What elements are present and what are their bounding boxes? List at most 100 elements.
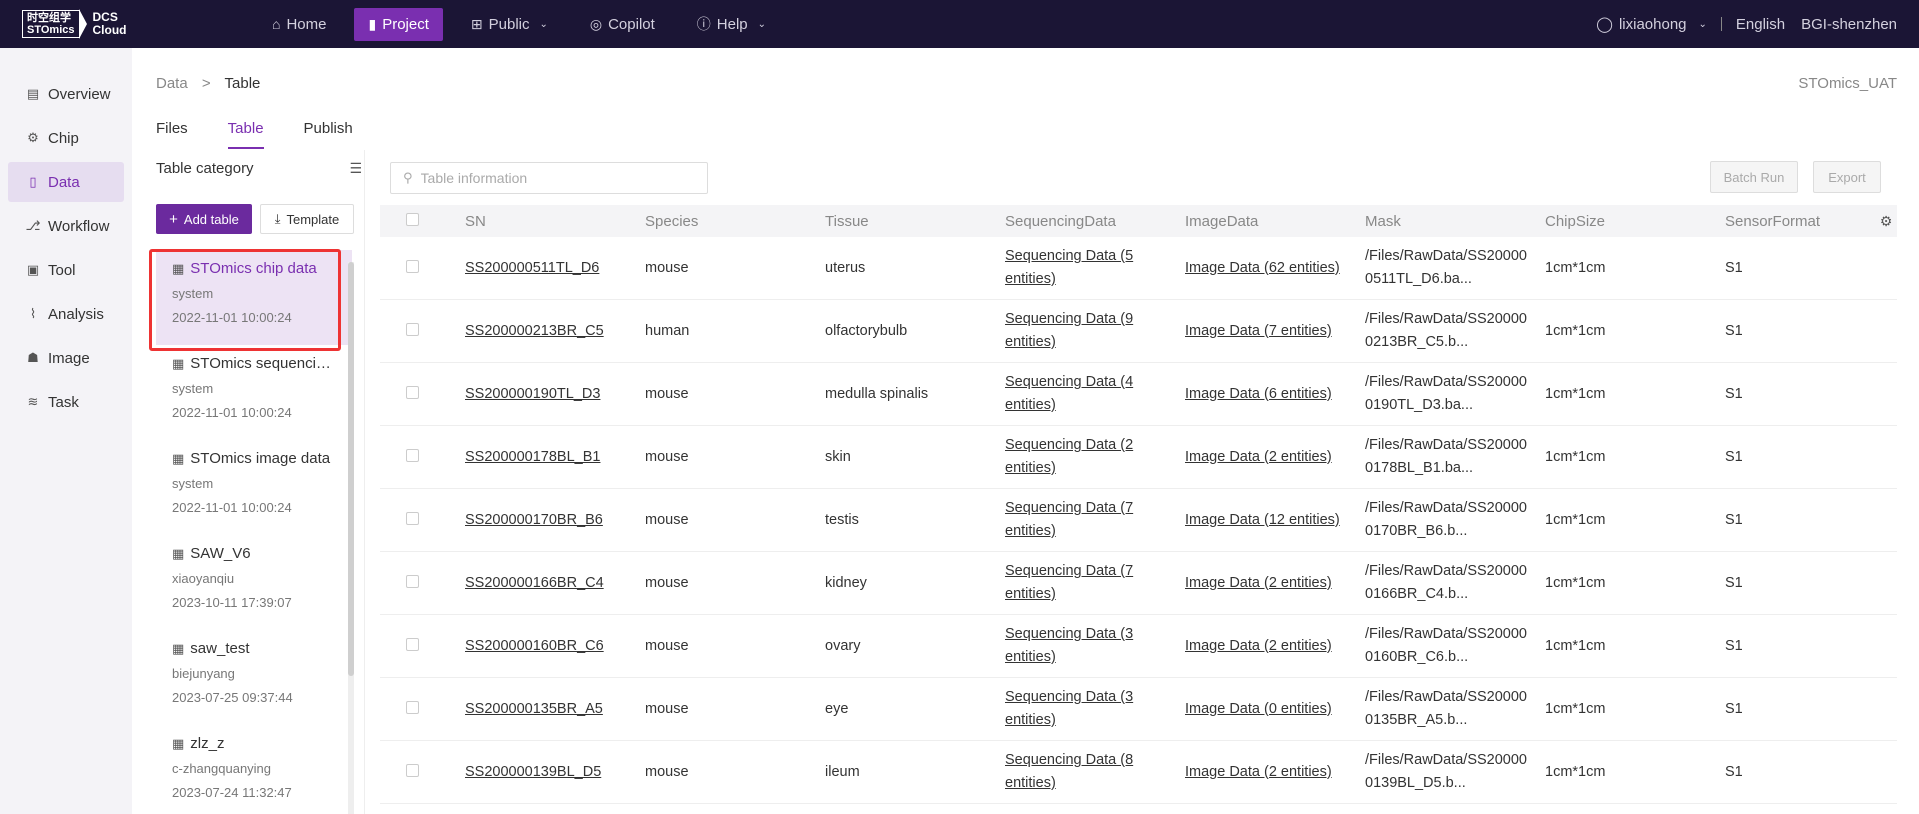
tab-publish[interactable]: Publish: [304, 120, 353, 149]
logo[interactable]: 时空组学 STOmics DCS Cloud: [22, 9, 127, 39]
row-checkbox-cell: [380, 700, 465, 718]
sequencing-data-link[interactable]: Sequencing Data (3 entities): [1005, 689, 1133, 728]
category-scrollbar[interactable]: [348, 262, 354, 814]
chipsize-cell: 1cm*1cm: [1545, 260, 1606, 276]
sn-link[interactable]: SS200000178BL_B1: [465, 449, 600, 465]
sn-link[interactable]: SS200000190TL_D3: [465, 386, 600, 402]
row-checkbox[interactable]: [406, 448, 419, 462]
workflow-icon: ⎇: [25, 218, 41, 233]
image-data-link[interactable]: Image Data (7 entities): [1185, 323, 1332, 339]
row-checkbox[interactable]: [406, 637, 419, 651]
species-cell: human: [645, 323, 690, 339]
image-data-link[interactable]: Image Data (2 entities): [1185, 449, 1332, 465]
table-icon: ▦: [172, 545, 185, 561]
template-button[interactable]: ⤓ Template: [260, 204, 354, 234]
sequencing-data-link[interactable]: Sequencing Data (9 entities): [1005, 311, 1133, 350]
sidebar-item-overview[interactable]: ▤ Overview: [8, 74, 124, 114]
tab-files[interactable]: Files: [156, 120, 188, 149]
data-table: SN Species Tissue SequencingData ImageDa…: [380, 205, 1897, 804]
sidebar-item-chip[interactable]: ⚙ Chip: [8, 118, 124, 158]
sequencing-data-link[interactable]: Sequencing Data (4 entities): [1005, 374, 1133, 413]
sequencing-data-link[interactable]: Sequencing Data (8 entities): [1005, 752, 1133, 791]
sn-link[interactable]: SS200000160BR_C6: [465, 638, 604, 654]
layers-icon: ≋: [27, 394, 39, 409]
collapse-panel-icon[interactable]: ☰: [349, 160, 362, 177]
column-header-tissue: Tissue: [825, 212, 869, 230]
image-data-link[interactable]: Image Data (2 entities): [1185, 575, 1332, 591]
image-data-link[interactable]: Image Data (12 entities): [1185, 512, 1340, 528]
sidebar-item-task[interactable]: ≋ Task: [8, 382, 124, 422]
search-input[interactable]: [420, 170, 681, 186]
logo-mark: 时空组学 STOmics: [22, 10, 80, 38]
table-row: SS200000135BR_A5 mouse eye Sequencing Da…: [380, 678, 1897, 741]
nav-copilot[interactable]: ◎ Copilot: [576, 8, 669, 41]
grid-icon: ⊞: [470, 15, 483, 32]
row-checkbox[interactable]: [406, 385, 419, 399]
category-name: saw_test: [190, 640, 250, 657]
row-checkbox[interactable]: [406, 511, 419, 525]
sn-link[interactable]: SS200000166BR_C4: [465, 575, 604, 591]
image-data-link[interactable]: Image Data (2 entities): [1185, 638, 1332, 654]
sn-link[interactable]: SS200000135BR_A5: [465, 701, 603, 717]
sequencing-data-link[interactable]: Sequencing Data (7 entities): [1005, 500, 1133, 539]
image-data-link[interactable]: Image Data (6 entities): [1185, 386, 1332, 402]
sequencing-data-link[interactable]: Sequencing Data (5 entities): [1005, 248, 1133, 287]
search-icon: ⚲: [403, 170, 413, 185]
sidebar-item-analysis[interactable]: ⌇ Analysis: [8, 294, 124, 334]
scrollbar-thumb[interactable]: [348, 262, 354, 676]
data-tabs: Files Table Publish: [156, 120, 393, 149]
column-settings-icon[interactable]: ⚙: [1875, 213, 1897, 230]
add-table-button[interactable]: + Add table: [156, 204, 252, 234]
sidebar-item-label: Task: [48, 393, 79, 411]
nav-copilot-label: Copilot: [608, 15, 655, 33]
download-icon: ⤓: [274, 211, 281, 226]
row-checkbox[interactable]: [406, 322, 419, 336]
batch-run-button[interactable]: Batch Run: [1710, 161, 1798, 193]
export-button[interactable]: Export: [1813, 161, 1881, 193]
category-item[interactable]: ▦ STOmics sequencing data system 2022-11-…: [156, 345, 352, 440]
image-data-link[interactable]: Image Data (62 entities): [1185, 260, 1340, 276]
sn-link[interactable]: SS200000139BL_D5: [465, 764, 601, 780]
sequencing-data-link[interactable]: Sequencing Data (7 entities): [1005, 563, 1133, 602]
tab-table[interactable]: Table: [227, 120, 264, 149]
sequencing-data-link[interactable]: Sequencing Data (3 entities): [1005, 626, 1133, 665]
user-menu[interactable]: lixiaohong: [1619, 16, 1687, 33]
breadcrumb-data-link[interactable]: Data: [156, 75, 188, 92]
table-search[interactable]: ⚲: [390, 162, 708, 194]
row-checkbox[interactable]: [406, 259, 419, 273]
divider: [1720, 17, 1722, 31]
category-item[interactable]: ▦ STOmics image data system 2022-11-01 10…: [156, 440, 352, 535]
category-item[interactable]: ▦ SAW_V6 xiaoyanqiu 2023-10-11 17:39:07: [156, 535, 352, 630]
sequencing-data-link[interactable]: Sequencing Data (2 entities): [1005, 437, 1133, 476]
nav-home[interactable]: ⌂ Home: [258, 8, 340, 41]
image-data-link[interactable]: Image Data (2 entities): [1185, 764, 1332, 780]
category-date: 2022-11-01 10:00:24: [172, 405, 292, 420]
select-all-checkbox[interactable]: [406, 212, 419, 226]
nav-project[interactable]: ▮ Project: [354, 7, 443, 41]
category-date: 2023-10-11 17:39:07: [172, 595, 292, 610]
sidebar-item-image[interactable]: ☗ Image: [8, 338, 124, 378]
tissue-cell: eye: [825, 701, 849, 717]
sn-link[interactable]: SS200000213BR_C5: [465, 323, 604, 339]
row-checkbox[interactable]: [406, 763, 419, 777]
column-header-mask: Mask: [1365, 212, 1401, 230]
sidebar-item-data[interactable]: ▯ Data: [8, 162, 124, 202]
row-checkbox[interactable]: [406, 700, 419, 714]
category-name: SAW_V6: [190, 545, 251, 562]
tissue-cell: ovary: [825, 638, 861, 654]
row-checkbox[interactable]: [406, 574, 419, 588]
breadcrumb-separator: >: [201, 75, 211, 92]
breadcrumb: Data > Table: [156, 75, 260, 92]
sn-link[interactable]: SS200000170BR_B6: [465, 512, 603, 528]
language-switch[interactable]: English: [1736, 16, 1785, 33]
nav-help[interactable]: ⓘ Help ⌄: [683, 8, 780, 41]
sn-link[interactable]: SS200000511TL_D6: [465, 260, 599, 276]
category-item[interactable]: ▦ zlz_z c-zhangquanying 2023-07-24 11:32:…: [156, 725, 352, 814]
category-item[interactable]: ▦ saw_test biejunyang 2023-07-25 09:37:44: [156, 630, 352, 725]
category-item[interactable]: ▦ STOmics chip data system 2022-11-01 10:…: [156, 250, 352, 345]
region-switch[interactable]: BGI-shenzhen: [1801, 16, 1897, 33]
sidebar-item-workflow[interactable]: ⎇ Workflow: [8, 206, 124, 246]
nav-public[interactable]: ⊞ Public ⌄: [457, 8, 562, 41]
image-data-link[interactable]: Image Data (0 entities): [1185, 701, 1332, 717]
sidebar-item-tool[interactable]: ▣ Tool: [8, 250, 124, 290]
